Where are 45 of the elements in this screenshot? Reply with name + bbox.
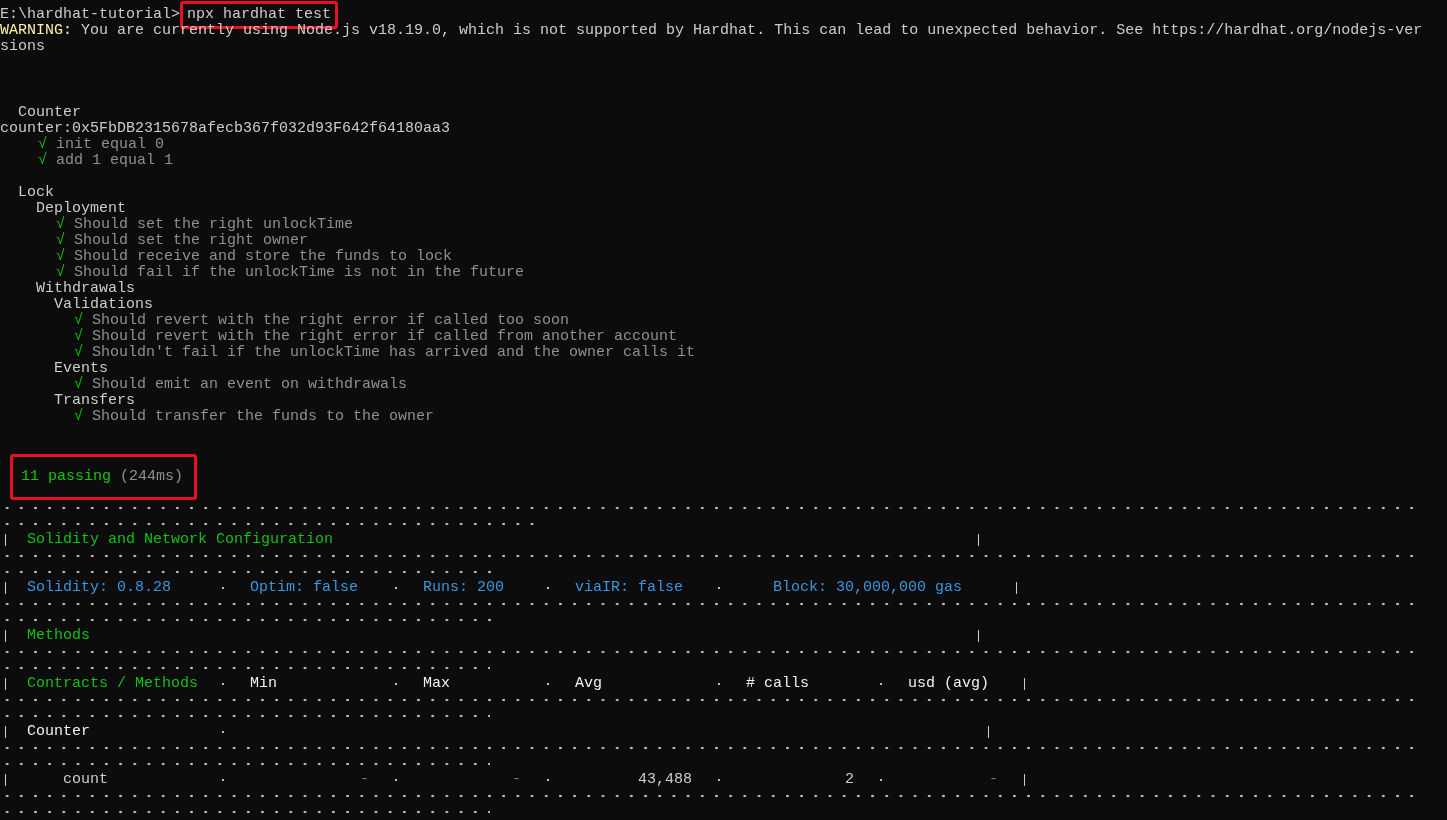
warning-label: WARNING: xyxy=(0,23,72,39)
table-cell: - xyxy=(512,772,521,788)
test-duration: (244ms) xyxy=(120,469,184,485)
test-title: Should set the right unlockTime xyxy=(74,217,354,234)
test-title: Should revert with the right error if called from another account xyxy=(92,329,678,346)
test-title: add 1 equal 1 xyxy=(56,153,174,170)
passing-count: 11 passing xyxy=(21,469,111,485)
test-title: Should receive and store the funds to lock xyxy=(74,249,453,266)
table-title: Solidity and Network Configuration xyxy=(27,532,334,548)
table-cell: 2 xyxy=(845,772,854,788)
config-cell: Solidity: 0.8.28 xyxy=(27,580,172,596)
prompt-path: E:\hardhat-tutorial> xyxy=(0,7,181,23)
test-title: init equal 0 xyxy=(56,137,165,154)
suite-title: Deployment xyxy=(36,201,126,218)
column-header: # calls xyxy=(746,676,809,692)
check-mark: √ xyxy=(74,345,83,362)
check-mark: √ xyxy=(56,265,65,282)
column-header: Avg xyxy=(575,676,602,692)
table-section-title: Methods xyxy=(27,628,90,644)
check-mark: √ xyxy=(74,377,83,394)
test-title: Should revert with the right error if called too soon xyxy=(92,313,570,330)
suite-title: Lock xyxy=(18,185,54,202)
config-cell: viaIR: false xyxy=(575,580,684,596)
config-cell: Optim: false xyxy=(250,580,359,596)
table-cell: 43,488 xyxy=(638,772,692,788)
test-title: Should fail if the unlockTime is not in the future xyxy=(74,265,525,282)
column-header: Min xyxy=(250,676,277,692)
warning-message: sions xyxy=(0,39,45,55)
test-title: Shouldn't fail if the unlockTime has arrived and the owner calls it xyxy=(92,345,696,362)
test-title: Should transfer the funds to the owner xyxy=(92,409,435,426)
contract-name: Counter xyxy=(27,724,90,740)
column-header: Contracts / Methods xyxy=(27,676,199,692)
column-header: Max xyxy=(423,676,450,692)
check-mark: √ xyxy=(74,409,83,426)
table-cell: - xyxy=(360,772,369,788)
table-cell: count xyxy=(63,772,108,788)
suite-title: Counter xyxy=(18,105,81,122)
test-title: Should set the right owner xyxy=(74,233,309,250)
suite-title: Withdrawals xyxy=(36,281,136,298)
test-title: Should emit an event on withdrawals xyxy=(92,377,408,394)
column-header: usd (avg) xyxy=(908,676,989,692)
config-cell: Runs: 200 xyxy=(423,580,504,596)
table-cell: - xyxy=(989,772,998,788)
check-mark: √ xyxy=(38,153,47,170)
config-cell: Block: 30,000,000 gas xyxy=(773,580,963,596)
